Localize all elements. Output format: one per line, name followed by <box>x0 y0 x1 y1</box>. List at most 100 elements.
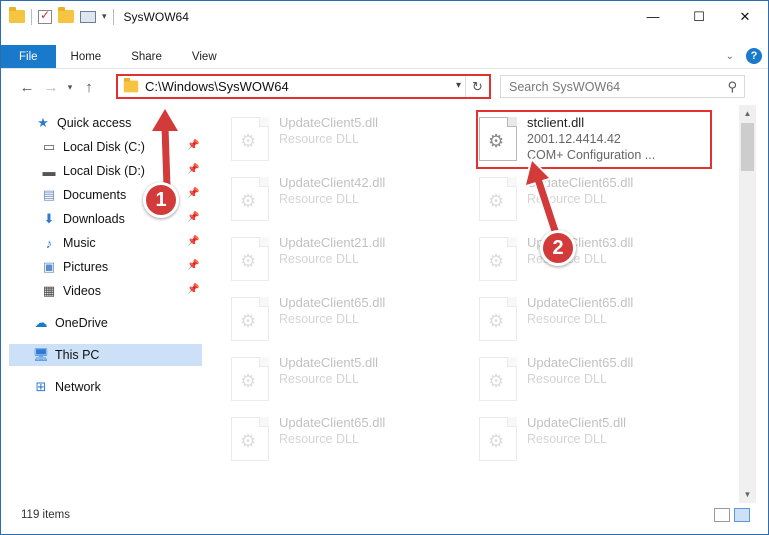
list-item[interactable]: ⚙ UpdateClient5.dll Resource DLL <box>231 353 461 409</box>
sidebar-item-label: Quick access <box>57 116 132 130</box>
sidebar-item-pictures[interactable]: ▣ Pictures 📌 <box>41 256 241 278</box>
ribbon-right-controls: ⌄ ? <box>726 48 762 64</box>
new-folder-icon[interactable] <box>58 7 74 23</box>
sidebar-item-downloads[interactable]: ⬇ Downloads 📌 <box>41 208 241 230</box>
divider <box>31 8 32 25</box>
list-item[interactable]: ⚙ UpdateClient5.dll Resource DLL <box>479 413 709 469</box>
sidebar-item-label: Music <box>63 236 96 250</box>
expand-ribbon-chevron-down-icon[interactable]: ⌄ <box>726 51 734 62</box>
dll-file-icon: ⚙ <box>479 177 517 221</box>
forward-arrow-icon[interactable]: → <box>39 75 63 99</box>
sidebar-item-label: OneDrive <box>55 316 108 330</box>
callout-badge-1: 1 <box>143 182 179 218</box>
file-type: Resource DLL <box>527 372 607 386</box>
recent-locations-chevron-down-icon[interactable]: ▾ <box>63 75 77 99</box>
file-type: Resource DLL <box>527 192 607 206</box>
list-item[interactable]: ⚙ UpdateClient63.dllResource DLL <box>479 233 709 289</box>
sidebar-item-label: This PC <box>55 348 100 362</box>
sidebar-item-label: Pictures <box>63 260 109 274</box>
dll-file-icon: ⚙ <box>231 297 269 341</box>
sidebar-item-local-disk-c[interactable]: ▭ Local Disk (C:) 📌 <box>41 136 241 158</box>
folder-icon <box>123 77 139 93</box>
videos-icon: ▦ <box>42 283 56 298</box>
tab-share[interactable]: Share <box>116 45 177 68</box>
file-name: UpdateClient21.dll <box>279 235 386 250</box>
title-bar: ▾ SysWOW64 — ☐ ✕ <box>1 1 768 32</box>
dll-file-icon: ⚙ <box>231 117 269 161</box>
list-item[interactable]: ⚙ UpdateClient21.dll Resource DLL <box>231 233 461 289</box>
address-path[interactable]: C:\Windows\SysWOW64 <box>145 79 289 94</box>
sidebar-item-local-disk-d[interactable]: ▬ Local Disk (D:) 📌 <box>41 160 241 182</box>
minimize-button[interactable]: — <box>630 1 676 32</box>
back-arrow-icon[interactable]: ← <box>15 75 39 99</box>
computer-icon: 🖥 <box>32 347 50 362</box>
tab-file[interactable]: File <box>1 45 56 68</box>
file-type: Resource DLL <box>527 432 607 446</box>
dll-file-icon: ⚙ <box>479 417 517 461</box>
sidebar-item-label: Downloads <box>63 212 125 226</box>
ribbon-tabs: File Home Share View ⌄ ? <box>1 45 768 69</box>
dll-file-icon: ⚙ <box>231 177 269 221</box>
address-history-chevron-down-icon[interactable]: ▾ <box>456 80 461 91</box>
file-type: Resource DLL <box>527 312 607 326</box>
cloud-icon: ☁ <box>34 315 48 330</box>
star-icon: ★ <box>37 115 49 130</box>
dll-file-icon: ⚙ <box>231 237 269 281</box>
dll-file-icon: ⚙ <box>479 237 517 281</box>
list-item[interactable]: ⚙ UpdateClient42.dll Resource DLL <box>231 173 461 229</box>
sidebar-item-label: Local Disk (C:) <box>63 140 145 154</box>
search-input[interactable]: Search SysWOW64 ⚲ <box>500 75 745 98</box>
scrollbar-thumb[interactable] <box>741 123 754 171</box>
dll-file-icon: ⚙ <box>231 417 269 461</box>
search-icon[interactable]: ⚲ <box>727 79 737 95</box>
sidebar-item-quick-access[interactable]: ★ Quick access <box>35 112 235 134</box>
maximize-button[interactable]: ☐ <box>676 1 722 32</box>
sidebar-item-label: Local Disk (D:) <box>63 164 145 178</box>
file-name: UpdateClient5.dll <box>279 355 379 370</box>
large-icons-view-icon[interactable] <box>734 508 750 522</box>
close-button[interactable]: ✕ <box>722 1 768 32</box>
download-icon: ⬇ <box>43 211 55 226</box>
customize-toolbar-chevron-down-icon[interactable]: ▾ <box>102 11 107 22</box>
file-type: Resource DLL <box>279 252 359 266</box>
file-type: Resource DLL <box>279 372 359 386</box>
window-controls: — ☐ ✕ <box>630 1 768 32</box>
sidebar-item-label: Documents <box>63 188 127 202</box>
quick-access-toolbar: ▾ <box>1 7 114 25</box>
pictures-icon: ▣ <box>42 259 56 274</box>
list-item[interactable]: ⚙ UpdateClient65.dll Resource DLL <box>479 173 709 229</box>
list-item[interactable]: ⚙ UpdateClient65.dll Resource DLL <box>231 413 461 469</box>
properties-check-icon[interactable] <box>38 8 52 24</box>
tab-view[interactable]: View <box>177 45 232 68</box>
sidebar-item-videos[interactable]: ▦ Videos 📌 <box>41 280 241 302</box>
sidebar-item-onedrive[interactable]: ☁ OneDrive <box>33 312 233 334</box>
stclient-highlight-box <box>476 110 712 169</box>
address-bar[interactable]: C:\Windows\SysWOW64 ▾ ↻ <box>116 74 491 99</box>
refresh-icon[interactable]: ↻ <box>465 76 489 97</box>
up-arrow-icon[interactable]: ↑ <box>77 75 101 99</box>
scroll-down-icon[interactable]: ▼ <box>739 486 756 503</box>
file-name: UpdateClient42.dll <box>279 175 386 190</box>
window-title: SysWOW64 <box>123 9 189 24</box>
folder-icon[interactable] <box>9 7 25 23</box>
file-name: UpdateClient65.dll <box>527 295 634 310</box>
scroll-up-icon[interactable]: ▲ <box>739 105 756 122</box>
vertical-scrollbar[interactable]: ▲ ▼ <box>739 105 756 503</box>
details-view-icon[interactable] <box>714 508 730 522</box>
list-item[interactable]: ⚙ UpdateClient65.dll Resource DLL <box>479 293 709 349</box>
view-options-icon[interactable] <box>80 10 96 23</box>
tab-home[interactable]: Home <box>56 45 117 68</box>
sidebar-item-network[interactable]: ⊞ Network <box>33 376 233 398</box>
list-item[interactable]: ⚙ UpdateClient65.dll Resource DLL <box>231 293 461 349</box>
list-item[interactable]: ⚙ UpdateClient65.dll Resource DLL <box>479 353 709 409</box>
sidebar-item-this-pc[interactable]: 🖥 This PC <box>9 344 202 366</box>
help-icon[interactable]: ? <box>746 48 762 64</box>
file-type: Resource DLL <box>279 132 359 146</box>
sidebar-item-music[interactable]: ♪ Music 📌 <box>41 232 241 254</box>
status-bar: 119 items <box>1 503 768 527</box>
list-item[interactable]: ⚙ UpdateClient5.dll Resource DLL <box>231 113 461 169</box>
file-name: UpdateClient5.dll <box>527 415 627 430</box>
file-type: Resource DLL <box>279 312 359 326</box>
sidebar-item-documents[interactable]: ▤ Documents 📌 <box>41 184 241 206</box>
documents-icon: ▤ <box>42 187 56 202</box>
